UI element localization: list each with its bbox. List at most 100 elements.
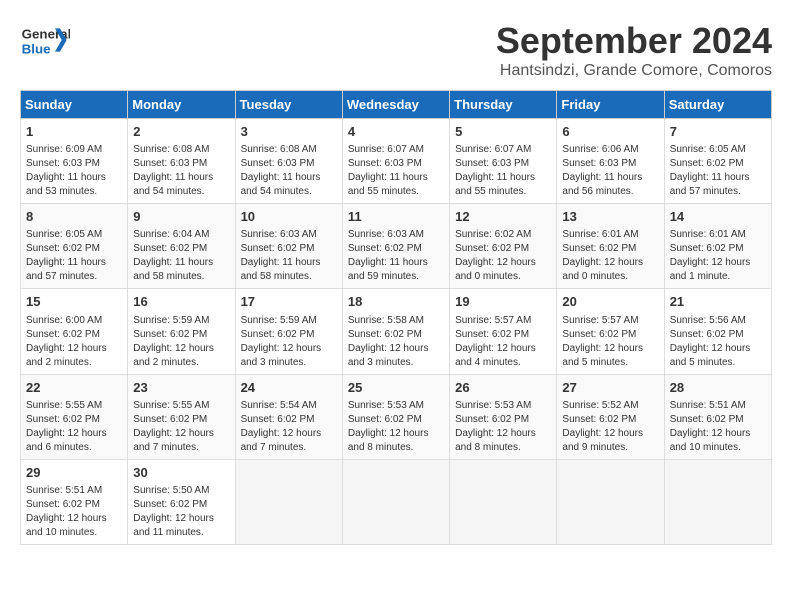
day-number: 28 bbox=[670, 379, 766, 397]
day-number: 15 bbox=[26, 293, 122, 311]
day-info: Sunrise: 5:55 AMSunset: 6:02 PMDaylight:… bbox=[133, 399, 229, 455]
calendar-day-cell bbox=[557, 459, 664, 544]
day-of-week-header: Saturday bbox=[664, 91, 771, 119]
day-number: 11 bbox=[348, 208, 444, 226]
calendar-day-cell: 14 Sunrise: 6:01 AMSunset: 6:02 PMDayligh… bbox=[664, 204, 771, 289]
calendar-day-cell: 1Sunrise: 6:09 AMSunset: 6:03 PMDaylight… bbox=[21, 119, 128, 204]
calendar-day-cell: 29 Sunrise: 5:51 AMSunset: 6:02 PMDayligh… bbox=[21, 459, 128, 544]
day-number: 16 bbox=[133, 293, 229, 311]
title-section: September 2024 Hantsindzi, Grande Comore… bbox=[496, 20, 772, 80]
day-info: Sunrise: 5:58 AMSunset: 6:02 PMDaylight:… bbox=[348, 314, 444, 370]
day-of-week-header: Tuesday bbox=[235, 91, 342, 119]
day-info: Sunrise: 6:01 AMSunset: 6:02 PMDaylight:… bbox=[670, 228, 766, 284]
day-number: 19 bbox=[455, 293, 551, 311]
calendar-day-cell: 27 Sunrise: 5:52 AMSunset: 6:02 PMDayligh… bbox=[557, 374, 664, 459]
day-info: Sunrise: 5:51 AMSunset: 6:02 PMDaylight:… bbox=[26, 484, 122, 540]
calendar-day-cell: 18 Sunrise: 5:58 AMSunset: 6:02 PMDayligh… bbox=[342, 289, 449, 374]
calendar-day-cell: 11 Sunrise: 6:03 AMSunset: 6:02 PMDayligh… bbox=[342, 204, 449, 289]
calendar-day-cell: 8Sunrise: 6:05 AMSunset: 6:02 PMDaylight… bbox=[21, 204, 128, 289]
calendar-day-cell: 20 Sunrise: 5:57 AMSunset: 6:02 PMDayligh… bbox=[557, 289, 664, 374]
day-info: Sunrise: 5:57 AMSunset: 6:02 PMDaylight:… bbox=[562, 314, 658, 370]
calendar-week-row: 8Sunrise: 6:05 AMSunset: 6:02 PMDaylight… bbox=[21, 204, 772, 289]
day-number: 7 bbox=[670, 123, 766, 141]
calendar-day-cell bbox=[235, 459, 342, 544]
day-info: Sunrise: 6:03 AMSunset: 6:02 PMDaylight:… bbox=[241, 228, 337, 284]
day-info: Sunrise: 5:59 AMSunset: 6:02 PMDaylight:… bbox=[241, 314, 337, 370]
calendar-day-cell: 30 Sunrise: 5:50 AMSunset: 6:02 PMDayligh… bbox=[128, 459, 235, 544]
calendar-day-cell: 28 Sunrise: 5:51 AMSunset: 6:02 PMDayligh… bbox=[664, 374, 771, 459]
day-of-week-header: Friday bbox=[557, 91, 664, 119]
day-number: 10 bbox=[241, 208, 337, 226]
day-number: 29 bbox=[26, 464, 122, 482]
day-info: Sunrise: 5:59 AMSunset: 6:02 PMDaylight:… bbox=[133, 314, 229, 370]
day-number: 13 bbox=[562, 208, 658, 226]
calendar-day-cell: 16 Sunrise: 5:59 AMSunset: 6:02 PMDayligh… bbox=[128, 289, 235, 374]
day-number: 18 bbox=[348, 293, 444, 311]
day-info: Sunrise: 5:54 AMSunset: 6:02 PMDaylight:… bbox=[241, 399, 337, 455]
day-number: 30 bbox=[133, 464, 229, 482]
calendar-week-row: 29 Sunrise: 5:51 AMSunset: 6:02 PMDayligh… bbox=[21, 459, 772, 544]
day-info: Sunrise: 6:08 AMSunset: 6:03 PMDaylight:… bbox=[133, 143, 229, 199]
day-info: Sunrise: 6:01 AMSunset: 6:02 PMDaylight:… bbox=[562, 228, 658, 284]
calendar-day-cell: 9 Sunrise: 6:04 AMSunset: 6:02 PMDaylight… bbox=[128, 204, 235, 289]
day-info: Sunrise: 6:07 AMSunset: 6:03 PMDaylight:… bbox=[348, 143, 444, 199]
calendar-week-row: 1Sunrise: 6:09 AMSunset: 6:03 PMDaylight… bbox=[21, 119, 772, 204]
day-number: 20 bbox=[562, 293, 658, 311]
location-title: Hantsindzi, Grande Comore, Comoros bbox=[496, 62, 772, 80]
calendar-day-cell bbox=[664, 459, 771, 544]
day-of-week-header: Sunday bbox=[21, 91, 128, 119]
calendar-day-cell bbox=[450, 459, 557, 544]
calendar-week-row: 22 Sunrise: 5:55 AMSunset: 6:02 PMDayligh… bbox=[21, 374, 772, 459]
day-info: Sunrise: 5:53 AMSunset: 6:02 PMDaylight:… bbox=[348, 399, 444, 455]
day-number: 3 bbox=[241, 123, 337, 141]
day-number: 27 bbox=[562, 379, 658, 397]
day-info: Sunrise: 5:51 AMSunset: 6:02 PMDaylight:… bbox=[670, 399, 766, 455]
logo: General Blue bbox=[20, 20, 75, 60]
calendar-day-cell: 22Sunrise: 5:55 AMSunset: 6:02 PMDayligh… bbox=[21, 374, 128, 459]
day-number: 8 bbox=[26, 208, 122, 226]
calendar-week-row: 15 Sunrise: 6:00 AMSunset: 6:02 PMDayligh… bbox=[21, 289, 772, 374]
logo-icon: General Blue bbox=[20, 20, 70, 60]
calendar-day-cell: 5 Sunrise: 6:07 AMSunset: 6:03 PMDaylight… bbox=[450, 119, 557, 204]
day-number: 9 bbox=[133, 208, 229, 226]
calendar-day-cell: 10 Sunrise: 6:03 AMSunset: 6:02 PMDayligh… bbox=[235, 204, 342, 289]
day-number: 6 bbox=[562, 123, 658, 141]
day-info: Sunrise: 5:56 AMSunset: 6:02 PMDaylight:… bbox=[670, 314, 766, 370]
calendar-day-cell: 21 Sunrise: 5:56 AMSunset: 6:02 PMDayligh… bbox=[664, 289, 771, 374]
month-title: September 2024 bbox=[496, 20, 772, 62]
day-number: 1 bbox=[26, 123, 122, 141]
calendar-day-cell: 7Sunrise: 6:05 AMSunset: 6:02 PMDaylight… bbox=[664, 119, 771, 204]
day-number: 12 bbox=[455, 208, 551, 226]
day-info: Sunrise: 6:04 AMSunset: 6:02 PMDaylight:… bbox=[133, 228, 229, 284]
day-info: Sunrise: 6:06 AMSunset: 6:03 PMDaylight:… bbox=[562, 143, 658, 199]
calendar-day-cell: 24 Sunrise: 5:54 AMSunset: 6:02 PMDayligh… bbox=[235, 374, 342, 459]
day-number: 24 bbox=[241, 379, 337, 397]
day-number: 14 bbox=[670, 208, 766, 226]
page-header: General Blue September 2024 Hantsindzi, … bbox=[20, 20, 772, 80]
calendar-day-cell: 25 Sunrise: 5:53 AMSunset: 6:02 PMDayligh… bbox=[342, 374, 449, 459]
day-number: 21 bbox=[670, 293, 766, 311]
day-number: 22 bbox=[26, 379, 122, 397]
day-number: 2 bbox=[133, 123, 229, 141]
calendar-day-cell: 6 Sunrise: 6:06 AMSunset: 6:03 PMDaylight… bbox=[557, 119, 664, 204]
calendar-table: SundayMondayTuesdayWednesdayThursdayFrid… bbox=[20, 90, 772, 545]
calendar-day-cell: 17 Sunrise: 5:59 AMSunset: 6:02 PMDayligh… bbox=[235, 289, 342, 374]
day-of-week-header: Monday bbox=[128, 91, 235, 119]
day-info: Sunrise: 6:00 AMSunset: 6:02 PMDaylight:… bbox=[26, 314, 122, 370]
svg-text:Blue: Blue bbox=[22, 41, 51, 56]
day-info: Sunrise: 6:08 AMSunset: 6:03 PMDaylight:… bbox=[241, 143, 337, 199]
day-number: 17 bbox=[241, 293, 337, 311]
day-of-week-header: Thursday bbox=[450, 91, 557, 119]
day-info: Sunrise: 6:03 AMSunset: 6:02 PMDaylight:… bbox=[348, 228, 444, 284]
day-number: 26 bbox=[455, 379, 551, 397]
day-info: Sunrise: 5:50 AMSunset: 6:02 PMDaylight:… bbox=[133, 484, 229, 540]
calendar-header-row: SundayMondayTuesdayWednesdayThursdayFrid… bbox=[21, 91, 772, 119]
day-info: Sunrise: 6:07 AMSunset: 6:03 PMDaylight:… bbox=[455, 143, 551, 199]
calendar-day-cell: 4Sunrise: 6:07 AMSunset: 6:03 PMDaylight… bbox=[342, 119, 449, 204]
day-number: 5 bbox=[455, 123, 551, 141]
calendar-day-cell: 2 Sunrise: 6:08 AMSunset: 6:03 PMDaylight… bbox=[128, 119, 235, 204]
calendar-day-cell: 15 Sunrise: 6:00 AMSunset: 6:02 PMDayligh… bbox=[21, 289, 128, 374]
day-number: 23 bbox=[133, 379, 229, 397]
day-number: 25 bbox=[348, 379, 444, 397]
day-info: Sunrise: 5:52 AMSunset: 6:02 PMDaylight:… bbox=[562, 399, 658, 455]
